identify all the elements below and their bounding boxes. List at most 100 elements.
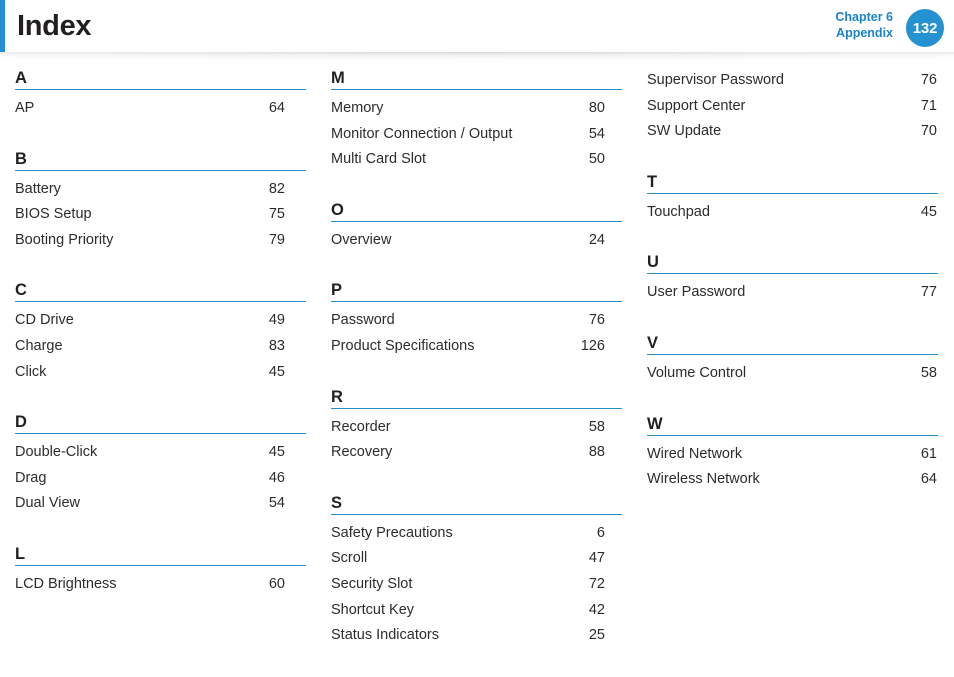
letter-group: A AP 64 bbox=[15, 68, 306, 122]
index-entry-label: Click bbox=[15, 363, 47, 380]
index-entry[interactable]: Dual View 54 bbox=[15, 491, 306, 517]
index-entry[interactable]: Status Indicators 25 bbox=[331, 623, 622, 649]
index-entry[interactable]: Battery 82 bbox=[15, 177, 306, 203]
index-entry-label: AP bbox=[15, 100, 35, 116]
index-entry[interactable]: Support Center 71 bbox=[647, 94, 938, 120]
index-entry[interactable]: Drag 46 bbox=[15, 466, 306, 492]
index-column-1: A AP 64 B Battery 82 BIOS Setup 75 Booting Prior… bbox=[15, 68, 306, 598]
index-entry-page: 88 bbox=[588, 444, 605, 461]
letter-heading: V bbox=[647, 333, 938, 355]
chapter-label: Chapter 6 Appendix bbox=[835, 9, 893, 41]
index-column-3: Supervisor Password 76 Support Center 71 SW … bbox=[647, 68, 938, 493]
index-entry-page: 61 bbox=[920, 445, 937, 462]
letter-heading: L bbox=[15, 544, 306, 566]
index-entry-page: 64 bbox=[920, 471, 937, 488]
index-entry[interactable]: Monitor Connection / Output 54 bbox=[331, 122, 622, 148]
header-accent-bar bbox=[0, 0, 5, 52]
letter-heading: B bbox=[15, 149, 306, 171]
index-entry-page: 77 bbox=[920, 284, 937, 301]
letter-heading: T bbox=[647, 172, 938, 194]
index-entry-page: 71 bbox=[920, 97, 937, 114]
index-entry-label: Double-Click bbox=[15, 444, 98, 461]
letter-group: U User Password 77 bbox=[647, 252, 938, 306]
index-entry-page: 25 bbox=[588, 627, 605, 644]
index-entry-page: 6 bbox=[596, 524, 605, 541]
letter-heading: W bbox=[647, 414, 938, 436]
index-entry-label: Supervisor Password bbox=[647, 72, 784, 88]
index-entry-page: 80 bbox=[588, 100, 605, 116]
index-entry[interactable]: Wired Network 61 bbox=[647, 442, 938, 468]
letter-heading: M bbox=[331, 68, 622, 90]
index-entry-page: 126 bbox=[580, 337, 605, 354]
index-entry-page: 45 bbox=[268, 363, 285, 380]
index-entry-label: Product Specifications bbox=[331, 337, 475, 354]
index-entry[interactable]: Memory 80 bbox=[331, 96, 622, 122]
index-entry[interactable]: Overview 24 bbox=[331, 228, 622, 254]
index-entry[interactable]: CD Drive 49 bbox=[15, 308, 306, 334]
chapter-label-line1: Chapter 6 bbox=[835, 10, 893, 24]
index-entry[interactable]: Product Specifications 126 bbox=[331, 334, 622, 360]
index-entry[interactable]: Wireless Network 64 bbox=[647, 467, 938, 493]
index-entry[interactable]: Click 45 bbox=[15, 360, 306, 386]
letter-heading: O bbox=[331, 200, 622, 222]
index-entry[interactable]: Booting Priority 79 bbox=[15, 228, 306, 254]
letter-group: L LCD Brightness 60 bbox=[15, 544, 306, 598]
index-entry-label: Recorder bbox=[331, 418, 391, 435]
index-entry-label: Status Indicators bbox=[331, 627, 439, 644]
index-entry-label: Shortcut Key bbox=[331, 601, 415, 618]
index-entry[interactable]: BIOS Setup 75 bbox=[15, 202, 306, 228]
index-entry-page: 58 bbox=[920, 364, 937, 381]
index-entry[interactable]: Shortcut Key 42 bbox=[331, 598, 622, 624]
index-entry-page: 45 bbox=[268, 444, 285, 461]
index-entry-label: Charge bbox=[15, 337, 63, 354]
index-entry[interactable]: Touchpad 45 bbox=[647, 200, 938, 226]
index-entry-label: Volume Control bbox=[647, 364, 747, 381]
index-entry-label: Battery bbox=[15, 180, 61, 197]
index-entry-page: 47 bbox=[588, 550, 605, 567]
index-entry[interactable]: Supervisor Password 76 bbox=[647, 68, 938, 94]
index-entry-page: 79 bbox=[268, 231, 285, 248]
index-entry-label: SW Update bbox=[647, 123, 722, 140]
index-entry[interactable]: Double-Click 45 bbox=[15, 440, 306, 466]
index-entry[interactable]: LCD Brightness 60 bbox=[15, 572, 306, 598]
index-entry-page: 54 bbox=[588, 125, 605, 142]
index-entry-label: Wired Network bbox=[647, 445, 743, 462]
index-entry[interactable]: Password 76 bbox=[331, 308, 622, 334]
letter-heading: S bbox=[331, 493, 622, 515]
index-entry-page: 72 bbox=[588, 575, 605, 592]
index-entry[interactable]: Security Slot 72 bbox=[331, 572, 622, 598]
index-entry[interactable]: Multi Card Slot 50 bbox=[331, 147, 622, 173]
index-entry[interactable]: Charge 83 bbox=[15, 334, 306, 360]
index-entry[interactable]: Recorder 58 bbox=[331, 415, 622, 441]
index-entry-label: Password bbox=[331, 312, 395, 329]
index-entry-page: 58 bbox=[588, 418, 605, 435]
index-entry-label: Recovery bbox=[331, 444, 393, 461]
index-entry[interactable]: Recovery 88 bbox=[331, 440, 622, 466]
index-entry[interactable]: Volume Control 58 bbox=[647, 361, 938, 387]
chapter-label-line2: Appendix bbox=[836, 26, 893, 40]
index-entry-label: User Password bbox=[647, 284, 746, 301]
index-entry[interactable]: Safety Precautions 6 bbox=[331, 521, 622, 547]
index-entry-page: 50 bbox=[588, 151, 605, 168]
index-entry-label: Memory bbox=[331, 100, 384, 116]
index-entry[interactable]: User Password 77 bbox=[647, 280, 938, 306]
index-entry-page: 76 bbox=[920, 72, 937, 88]
index-entry-page: 76 bbox=[588, 312, 605, 329]
letter-heading: A bbox=[15, 68, 306, 90]
index-column-2: M Memory 80 Monitor Connection / Output 54 Mu… bbox=[331, 68, 622, 649]
letter-group: C CD Drive 49 Charge 83 Click 45 bbox=[15, 280, 306, 385]
page-header: Index Chapter 6 Appendix 132 bbox=[0, 0, 954, 52]
index-entry-page: 60 bbox=[268, 575, 285, 592]
index-entry-page: 83 bbox=[268, 337, 285, 354]
page-number-badge: 132 bbox=[906, 9, 944, 47]
index-entry[interactable]: AP 64 bbox=[15, 96, 306, 122]
letter-group: Supervisor Password 76 Support Center 71 SW … bbox=[647, 68, 938, 145]
letter-heading: U bbox=[647, 252, 938, 275]
index-entry-page: 82 bbox=[268, 180, 285, 197]
index-entry[interactable]: Scroll 47 bbox=[331, 546, 622, 572]
index-entry-label: Scroll bbox=[331, 550, 368, 567]
index-entry-label: BIOS Setup bbox=[15, 206, 92, 223]
letter-group: S Safety Precautions 6 Scroll 47 Security Slo… bbox=[331, 493, 622, 649]
letter-group: V Volume Control 58 bbox=[647, 333, 938, 387]
index-entry[interactable]: SW Update 70 bbox=[647, 119, 938, 145]
